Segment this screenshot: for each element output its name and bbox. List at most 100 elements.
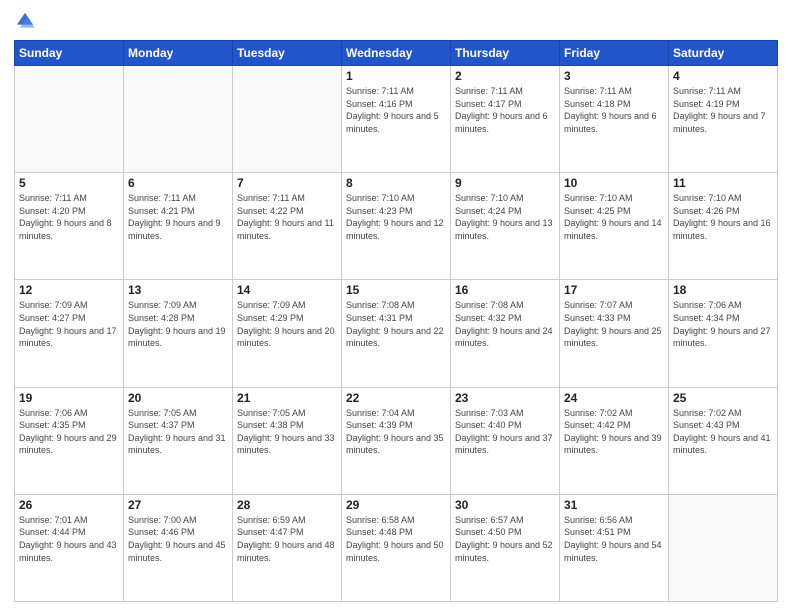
day-number: 25 [673, 391, 773, 405]
day-number: 2 [455, 69, 555, 83]
calendar-cell: 12 Sunrise: 7:09 AM Sunset: 4:27 PM Dayli… [15, 280, 124, 387]
day-number: 9 [455, 176, 555, 190]
day-info: Sunrise: 7:11 AM Sunset: 4:17 PM Dayligh… [455, 85, 555, 135]
calendar-week-row: 12 Sunrise: 7:09 AM Sunset: 4:27 PM Dayli… [15, 280, 778, 387]
day-info: Sunrise: 7:09 AM Sunset: 4:27 PM Dayligh… [19, 299, 119, 349]
day-number: 15 [346, 283, 446, 297]
calendar-cell: 25 Sunrise: 7:02 AM Sunset: 4:43 PM Dayli… [669, 387, 778, 494]
day-number: 12 [19, 283, 119, 297]
calendar-cell: 16 Sunrise: 7:08 AM Sunset: 4:32 PM Dayli… [451, 280, 560, 387]
day-number: 1 [346, 69, 446, 83]
day-number: 29 [346, 498, 446, 512]
day-number: 19 [19, 391, 119, 405]
calendar-cell: 17 Sunrise: 7:07 AM Sunset: 4:33 PM Dayli… [560, 280, 669, 387]
calendar-cell: 9Sunrise: 7:10 AM Sunset: 4:24 PM Daylig… [451, 173, 560, 280]
day-number: 4 [673, 69, 773, 83]
day-info: Sunrise: 6:58 AM Sunset: 4:48 PM Dayligh… [346, 514, 446, 564]
day-info: Sunrise: 6:57 AM Sunset: 4:50 PM Dayligh… [455, 514, 555, 564]
calendar-cell: 24 Sunrise: 7:02 AM Sunset: 4:42 PM Dayli… [560, 387, 669, 494]
calendar-cell: 6 Sunrise: 7:11 AM Sunset: 4:21 PM Daylig… [124, 173, 233, 280]
weekday-saturday: Saturday [669, 41, 778, 66]
calendar-cell: 10 Sunrise: 7:10 AM Sunset: 4:25 PM Dayli… [560, 173, 669, 280]
weekday-tuesday: Tuesday [233, 41, 342, 66]
day-info: Sunrise: 7:06 AM Sunset: 4:35 PM Dayligh… [19, 407, 119, 457]
calendar-cell: 5Sunrise: 7:11 AM Sunset: 4:20 PM Daylig… [15, 173, 124, 280]
calendar-cell: 31 Sunrise: 6:56 AM Sunset: 4:51 PM Dayli… [560, 494, 669, 601]
calendar-week-row: 1 Sunrise: 7:11 AM Sunset: 4:16 PM Daylig… [15, 66, 778, 173]
day-number: 11 [673, 176, 773, 190]
calendar-cell: 2 Sunrise: 7:11 AM Sunset: 4:17 PM Daylig… [451, 66, 560, 173]
calendar-cell: 4Sunrise: 7:11 AM Sunset: 4:19 PM Daylig… [669, 66, 778, 173]
calendar-week-row: 5Sunrise: 7:11 AM Sunset: 4:20 PM Daylig… [15, 173, 778, 280]
day-info: Sunrise: 7:09 AM Sunset: 4:29 PM Dayligh… [237, 299, 337, 349]
day-info: Sunrise: 7:11 AM Sunset: 4:22 PM Dayligh… [237, 192, 337, 242]
day-info: Sunrise: 7:10 AM Sunset: 4:25 PM Dayligh… [564, 192, 664, 242]
day-number: 26 [19, 498, 119, 512]
day-info: Sunrise: 7:11 AM Sunset: 4:16 PM Dayligh… [346, 85, 446, 135]
day-number: 8 [346, 176, 446, 190]
day-info: Sunrise: 7:05 AM Sunset: 4:38 PM Dayligh… [237, 407, 337, 457]
calendar-cell [233, 66, 342, 173]
calendar-cell: 19 Sunrise: 7:06 AM Sunset: 4:35 PM Dayli… [15, 387, 124, 494]
day-number: 17 [564, 283, 664, 297]
day-info: Sunrise: 7:03 AM Sunset: 4:40 PM Dayligh… [455, 407, 555, 457]
weekday-monday: Monday [124, 41, 233, 66]
calendar-table: SundayMondayTuesdayWednesdayThursdayFrid… [14, 40, 778, 602]
day-number: 20 [128, 391, 228, 405]
calendar-cell: 15 Sunrise: 7:08 AM Sunset: 4:31 PM Dayli… [342, 280, 451, 387]
calendar-cell: 13 Sunrise: 7:09 AM Sunset: 4:28 PM Dayli… [124, 280, 233, 387]
day-number: 30 [455, 498, 555, 512]
day-info: Sunrise: 7:08 AM Sunset: 4:32 PM Dayligh… [455, 299, 555, 349]
calendar-cell: 7 Sunrise: 7:11 AM Sunset: 4:22 PM Daylig… [233, 173, 342, 280]
calendar-cell: 21 Sunrise: 7:05 AM Sunset: 4:38 PM Dayli… [233, 387, 342, 494]
day-info: Sunrise: 7:09 AM Sunset: 4:28 PM Dayligh… [128, 299, 228, 349]
calendar-cell: 11Sunrise: 7:10 AM Sunset: 4:26 PM Dayli… [669, 173, 778, 280]
day-info: Sunrise: 7:11 AM Sunset: 4:18 PM Dayligh… [564, 85, 664, 135]
weekday-wednesday: Wednesday [342, 41, 451, 66]
logo [14, 10, 40, 32]
day-number: 18 [673, 283, 773, 297]
calendar-cell [124, 66, 233, 173]
calendar-cell: 22 Sunrise: 7:04 AM Sunset: 4:39 PM Dayli… [342, 387, 451, 494]
calendar-cell: 29 Sunrise: 6:58 AM Sunset: 4:48 PM Dayli… [342, 494, 451, 601]
day-info: Sunrise: 7:10 AM Sunset: 4:23 PM Dayligh… [346, 192, 446, 242]
day-info: Sunrise: 7:07 AM Sunset: 4:33 PM Dayligh… [564, 299, 664, 349]
day-number: 22 [346, 391, 446, 405]
day-number: 16 [455, 283, 555, 297]
day-number: 23 [455, 391, 555, 405]
day-info: Sunrise: 7:11 AM Sunset: 4:21 PM Dayligh… [128, 192, 228, 242]
weekday-sunday: Sunday [15, 41, 124, 66]
day-info: Sunrise: 7:02 AM Sunset: 4:42 PM Dayligh… [564, 407, 664, 457]
day-info: Sunrise: 7:00 AM Sunset: 4:46 PM Dayligh… [128, 514, 228, 564]
calendar-cell: 30 Sunrise: 6:57 AM Sunset: 4:50 PM Dayli… [451, 494, 560, 601]
calendar-week-row: 26 Sunrise: 7:01 AM Sunset: 4:44 PM Dayli… [15, 494, 778, 601]
day-number: 31 [564, 498, 664, 512]
day-number: 28 [237, 498, 337, 512]
day-info: Sunrise: 7:08 AM Sunset: 4:31 PM Dayligh… [346, 299, 446, 349]
day-info: Sunrise: 6:56 AM Sunset: 4:51 PM Dayligh… [564, 514, 664, 564]
calendar-cell: 18 Sunrise: 7:06 AM Sunset: 4:34 PM Dayli… [669, 280, 778, 387]
day-info: Sunrise: 7:04 AM Sunset: 4:39 PM Dayligh… [346, 407, 446, 457]
calendar-cell: 3 Sunrise: 7:11 AM Sunset: 4:18 PM Daylig… [560, 66, 669, 173]
day-info: Sunrise: 7:02 AM Sunset: 4:43 PM Dayligh… [673, 407, 773, 457]
day-number: 6 [128, 176, 228, 190]
day-number: 5 [19, 176, 119, 190]
day-number: 14 [237, 283, 337, 297]
day-info: Sunrise: 6:59 AM Sunset: 4:47 PM Dayligh… [237, 514, 337, 564]
calendar-cell: 26 Sunrise: 7:01 AM Sunset: 4:44 PM Dayli… [15, 494, 124, 601]
day-number: 24 [564, 391, 664, 405]
day-number: 13 [128, 283, 228, 297]
calendar-cell: 28 Sunrise: 6:59 AM Sunset: 4:47 PM Dayli… [233, 494, 342, 601]
calendar-cell: 23 Sunrise: 7:03 AM Sunset: 4:40 PM Dayli… [451, 387, 560, 494]
day-number: 3 [564, 69, 664, 83]
day-number: 10 [564, 176, 664, 190]
header [14, 10, 778, 32]
day-number: 7 [237, 176, 337, 190]
calendar-cell [15, 66, 124, 173]
day-info: Sunrise: 7:06 AM Sunset: 4:34 PM Dayligh… [673, 299, 773, 349]
calendar-cell: 14 Sunrise: 7:09 AM Sunset: 4:29 PM Dayli… [233, 280, 342, 387]
day-info: Sunrise: 7:01 AM Sunset: 4:44 PM Dayligh… [19, 514, 119, 564]
weekday-header-row: SundayMondayTuesdayWednesdayThursdayFrid… [15, 41, 778, 66]
day-number: 21 [237, 391, 337, 405]
calendar-cell: 1 Sunrise: 7:11 AM Sunset: 4:16 PM Daylig… [342, 66, 451, 173]
